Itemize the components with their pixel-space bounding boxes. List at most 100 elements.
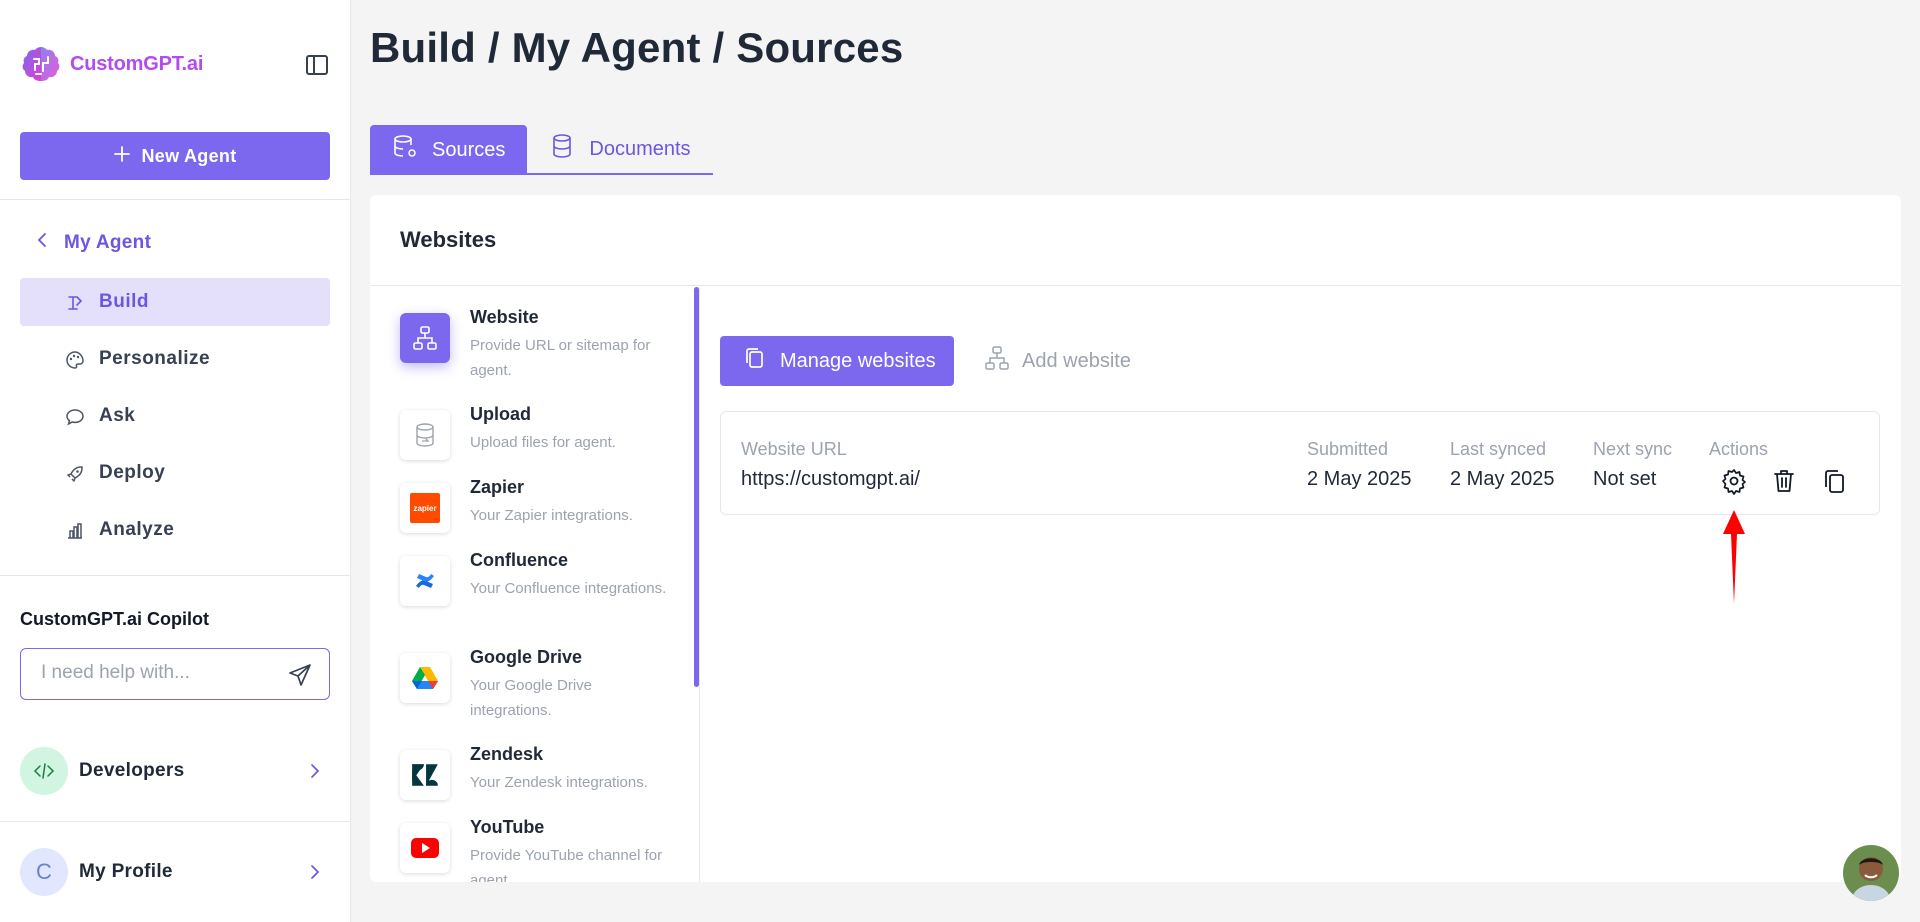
copilot-input-box <box>20 648 330 700</box>
tab-documents-label: Documents <box>589 137 691 160</box>
youtube-icon <box>400 823 450 873</box>
database-settings-icon <box>392 134 418 166</box>
tab-bar: Sources Documents <box>370 125 713 175</box>
source-name: Website <box>470 307 539 327</box>
source-zendesk[interactable]: Zendesk Your Zendesk integrations. <box>400 744 690 830</box>
add-website-label: Add website <box>1022 349 1131 372</box>
sidebar-item-label: Deploy <box>99 462 166 483</box>
source-desc: Your Confluence integrations. <box>470 580 667 597</box>
new-agent-label: New Agent <box>141 145 237 166</box>
sources-panel: Websites Website Provide URL or sitemap … <box>370 195 1901 882</box>
confluence-icon <box>400 556 450 606</box>
palette-icon <box>65 350 85 370</box>
source-youtube[interactable]: YouTube Provide YouTube channel for agen… <box>400 817 690 882</box>
bar-chart-icon <box>65 521 85 541</box>
sidebar-item-deploy[interactable]: Deploy <box>20 449 330 497</box>
source-name: Zapier <box>470 477 525 497</box>
source-name: Upload <box>470 404 531 424</box>
source-confluence[interactable]: Confluence Your Confluence integrations. <box>400 550 690 636</box>
code-icon <box>20 747 68 795</box>
developers-label: Developers <box>79 760 185 781</box>
new-agent-button[interactable]: New Agent <box>20 132 330 180</box>
source-desc: Upload files for agent. <box>470 434 616 451</box>
sitemap-icon <box>984 345 1010 377</box>
source-name: Confluence <box>470 550 569 570</box>
chevron-right-icon <box>306 762 324 780</box>
sidebar-item-label: Personalize <box>99 348 211 369</box>
divider <box>0 199 351 200</box>
brain-logo-icon <box>20 43 62 85</box>
source-desc: Your Zendesk integrations. <box>470 774 648 791</box>
my-profile-link[interactable]: C My Profile <box>20 848 330 896</box>
zendesk-icon <box>400 750 450 800</box>
copy-icon <box>742 346 766 376</box>
sidebar-item-analyze[interactable]: Analyze <box>20 506 330 554</box>
send-icon[interactable] <box>287 662 313 688</box>
source-desc: Your Zapier integrations. <box>470 507 633 524</box>
sitemap-icon <box>400 313 450 363</box>
divider <box>0 575 351 576</box>
website-url: https://customgpt.ai/ <box>741 468 920 490</box>
avatar: C <box>20 848 68 896</box>
developers-link[interactable]: Developers <box>20 747 330 795</box>
settings-gear-icon[interactable] <box>1720 467 1748 495</box>
back-label: My Agent <box>64 232 152 253</box>
tab-sources-label: Sources <box>432 138 506 161</box>
panel-title: Websites <box>370 195 1901 286</box>
sidebar-item-build[interactable]: Build <box>20 278 330 326</box>
annotation-arrow-icon <box>1723 510 1745 604</box>
list-scrollbar[interactable] <box>694 287 699 687</box>
copy-icon[interactable] <box>1820 467 1848 495</box>
header-next-sync: Next sync <box>1593 439 1673 459</box>
page-title: Build / My Agent / Sources <box>370 24 904 71</box>
source-upload[interactable]: Upload Upload files for agent. <box>400 404 690 490</box>
website-row: Website URL https://customgpt.ai/ Submit… <box>720 411 1880 515</box>
source-google-drive[interactable]: Google Drive Your Google Drive integrati… <box>400 647 690 733</box>
chevron-left-icon <box>36 232 48 254</box>
chat-icon <box>65 407 85 427</box>
sidebar-item-personalize[interactable]: Personalize <box>20 335 330 383</box>
tab-documents[interactable]: Documents <box>527 125 713 175</box>
source-desc: Provide YouTube channel for agent. <box>470 847 663 882</box>
submitted-date: 2 May 2025 <box>1307 468 1412 490</box>
database-icon <box>549 133 575 165</box>
support-avatar[interactable] <box>1843 845 1899 901</box>
profile-label: My Profile <box>79 861 173 882</box>
header-submitted: Submitted <box>1307 439 1389 459</box>
source-type-list: Website Provide URL or sitemap for agent… <box>370 287 700 882</box>
sidebar-item-ask[interactable]: Ask <box>20 392 330 440</box>
source-name: Zendesk <box>470 744 544 764</box>
build-icon <box>65 293 85 313</box>
source-desc: Your Google Drive integrations. <box>470 677 593 719</box>
sidebar-item-label: Build <box>99 291 149 312</box>
sidebar-item-label: Ask <box>99 405 136 426</box>
source-name: Google Drive <box>470 647 583 667</box>
divider <box>0 821 351 822</box>
chevron-right-icon <box>306 863 324 881</box>
database-upload-icon <box>400 410 450 460</box>
back-to-agent-link[interactable]: My Agent <box>36 232 151 254</box>
manage-websites-button[interactable]: Manage websites <box>720 336 954 386</box>
header-website-url: Website URL <box>741 439 847 459</box>
zapier-logo: zapier <box>410 493 440 523</box>
header-actions: Actions <box>1709 439 1769 459</box>
sidebar-toggle-icon[interactable] <box>304 52 330 78</box>
header-last-synced: Last synced <box>1450 439 1547 459</box>
brand-name: CustomGPT.ai <box>70 52 204 75</box>
last-synced-date: 2 May 2025 <box>1450 468 1555 490</box>
sidebar: CustomGPT.ai New Agent My Agent Build Pe… <box>0 0 351 922</box>
tab-sources[interactable]: Sources <box>370 125 528 175</box>
copilot-title: CustomGPT.ai Copilot <box>20 609 209 629</box>
manage-websites-label: Manage websites <box>780 349 936 372</box>
source-website[interactable]: Website Provide URL or sitemap for agent… <box>400 307 690 393</box>
source-desc: Provide URL or sitemap for agent. <box>470 337 651 379</box>
rocket-icon <box>65 464 85 484</box>
brand-row: CustomGPT.ai <box>20 44 330 84</box>
plus-icon <box>113 145 131 168</box>
copilot-input[interactable] <box>41 662 281 684</box>
sidebar-item-label: Analyze <box>99 519 175 540</box>
next-sync-value: Not set <box>1593 468 1657 490</box>
add-website-button[interactable]: Add website <box>984 336 1131 386</box>
zapier-icon: zapier <box>400 483 450 533</box>
trash-icon[interactable] <box>1770 467 1798 495</box>
